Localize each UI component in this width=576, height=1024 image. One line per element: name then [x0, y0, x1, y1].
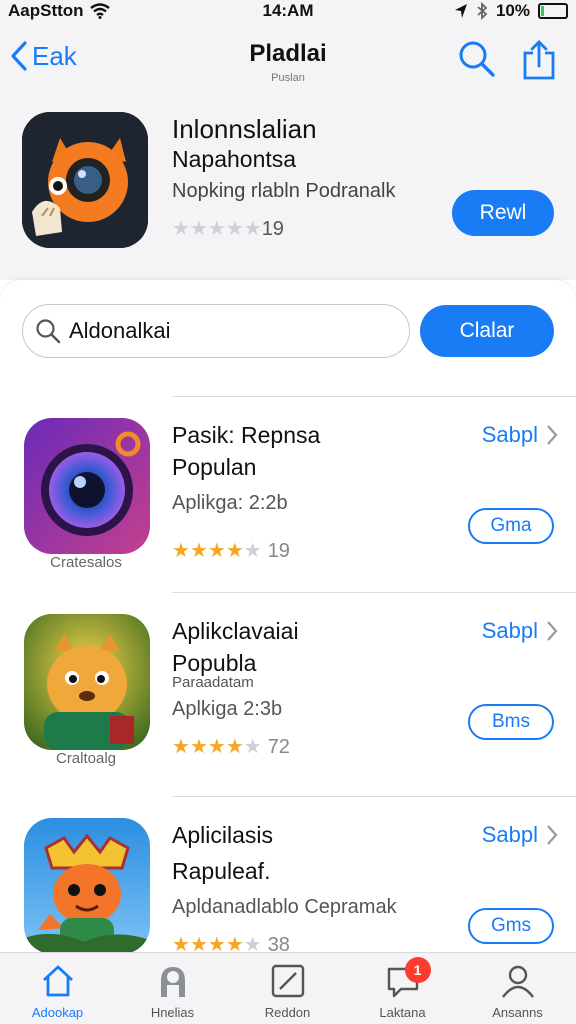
results-panel: Aldonalkai Clalar Cratesalos Pasik: Repn…: [0, 280, 576, 956]
featured-app: Inlonnslalian Napahontsa Nopking rlabln …: [0, 90, 576, 280]
home-icon: [38, 961, 78, 1001]
notification-badge: 1: [404, 957, 431, 983]
list-item[interactable]: Cratesalos Pasik: Repnsa Populan Aplikga…: [0, 396, 576, 596]
divider: [172, 796, 576, 797]
list-item[interactable]: Craltoalg Aplikclavaiai Popubla Paraadat…: [0, 592, 576, 792]
star-icon: ★: [225, 218, 244, 240]
app-small-text: Paraadatam: [172, 674, 254, 691]
person-icon: [153, 961, 193, 1001]
see-more-link[interactable]: Sabpl: [482, 618, 558, 644]
chevron-right-icon: [547, 621, 558, 641]
app-subtitle: Populan: [172, 454, 257, 480]
app-rating: ★★★★★ 72: [172, 736, 290, 759]
share-button[interactable]: [522, 40, 556, 85]
tab-person[interactable]: Hnelias: [115, 953, 230, 1024]
star-icon: ★: [207, 218, 226, 240]
featured-title: Inlonnslalian: [172, 114, 317, 144]
link-label: Sabpl: [481, 422, 538, 447]
chevron-right-icon: [547, 425, 558, 445]
rating-count: 19: [261, 218, 284, 240]
featured-description: Nopking rlabln Podranalk: [172, 180, 396, 202]
featured-rating: ★★★★★ 19: [172, 218, 284, 241]
tab-label: Adookap: [31, 1005, 84, 1020]
lion-mascot-icon[interactable]: [24, 614, 150, 750]
star-icon: ★: [189, 736, 208, 758]
search-input[interactable]: Aldonalkai: [22, 304, 410, 358]
fox-mascot-icon[interactable]: [24, 818, 150, 954]
featured-subtitle: Napahontsa: [172, 146, 297, 172]
tab-bar: Adookap Hnelias Reddon 1 Laktana Ansanns: [0, 952, 576, 1024]
tab-account[interactable]: Ansanns: [460, 953, 575, 1024]
get-button[interactable]: Gms: [468, 908, 554, 944]
see-more-link[interactable]: Sabpl: [482, 822, 558, 848]
see-more-link[interactable]: Sabpl: [482, 422, 558, 448]
featured-action-button[interactable]: Rewl: [452, 190, 554, 236]
battery-level: [541, 6, 544, 16]
search-submit-button[interactable]: Clalar: [420, 305, 554, 357]
app-title: Aplicilasis: [172, 822, 273, 848]
battery-percent: 10%: [495, 1, 530, 20]
camera-cat-icon[interactable]: [22, 112, 148, 248]
search-button[interactable]: [458, 40, 496, 83]
share-icon: [523, 40, 555, 80]
app-title: Aplikclavaiai: [172, 618, 299, 644]
search-icon: [459, 41, 495, 77]
rating-count: 19: [267, 540, 290, 562]
star-icon: ★: [207, 540, 226, 562]
edit-icon: [268, 961, 308, 1001]
app-subtitle: Popubla: [172, 650, 257, 676]
star-icon: ★: [225, 736, 244, 758]
get-button[interactable]: Bms: [468, 704, 554, 740]
bluetooth-icon: [477, 2, 488, 20]
link-label: Sabpl: [481, 822, 538, 847]
star-rating: ★★★★★: [172, 736, 262, 759]
tab-home[interactable]: Adookap: [0, 953, 115, 1024]
icon-caption: Craltoalg: [55, 750, 117, 767]
divider: [172, 396, 576, 397]
star-icon: ★: [189, 218, 208, 240]
search-value: Aldonalkai: [69, 318, 171, 343]
chevron-right-icon: [547, 825, 558, 845]
app-meta: Aplkiga 2:3b: [172, 698, 283, 720]
tab-label: Ansanns: [492, 1005, 543, 1020]
app-meta: Apldanadlablo Cepramak: [172, 896, 397, 918]
battery-icon: [538, 3, 568, 19]
star-icon: ★: [172, 736, 190, 758]
star-rating: ★★★★★: [172, 540, 262, 563]
status-bar: AapStton 14:AM 10%: [0, 0, 576, 26]
star-rating: ★★★★★: [172, 218, 262, 241]
app-subtitle: Rapuleaf.: [172, 858, 271, 884]
camera-lens-icon[interactable]: [24, 418, 150, 554]
divider: [172, 592, 576, 593]
chat-icon: 1: [383, 957, 431, 1001]
star-icon: ★: [243, 736, 262, 758]
rating-count: 72: [267, 736, 290, 758]
location-icon: [454, 4, 467, 18]
star-icon: ★: [225, 540, 244, 562]
link-label: Sabpl: [481, 618, 538, 643]
tab-chat[interactable]: 1 Laktana: [345, 953, 460, 1024]
tab-label: Hnelias: [150, 1005, 195, 1020]
status-right: 10%: [454, 1, 568, 21]
search-icon: [36, 319, 61, 344]
tab-label: Laktana: [379, 1005, 426, 1020]
star-icon: ★: [207, 736, 226, 758]
tab-edit[interactable]: Reddon: [230, 953, 345, 1024]
star-icon: ★: [172, 218, 190, 240]
get-button[interactable]: Gma: [468, 508, 554, 544]
tab-label: Reddon: [264, 1005, 311, 1020]
star-icon: ★: [189, 540, 208, 562]
app-title: Pasik: Repnsa: [172, 422, 321, 448]
nav-header: Eak Pladlai Puslan: [0, 26, 576, 90]
star-icon: ★: [243, 218, 262, 240]
account-icon: [498, 961, 538, 1001]
star-icon: ★: [243, 540, 262, 562]
app-meta: Aplikga: 2:2b: [172, 492, 288, 514]
app-rating: ★★★★★ 19: [172, 540, 290, 563]
star-icon: ★: [172, 540, 190, 562]
icon-caption: Cratesalos: [50, 554, 122, 571]
